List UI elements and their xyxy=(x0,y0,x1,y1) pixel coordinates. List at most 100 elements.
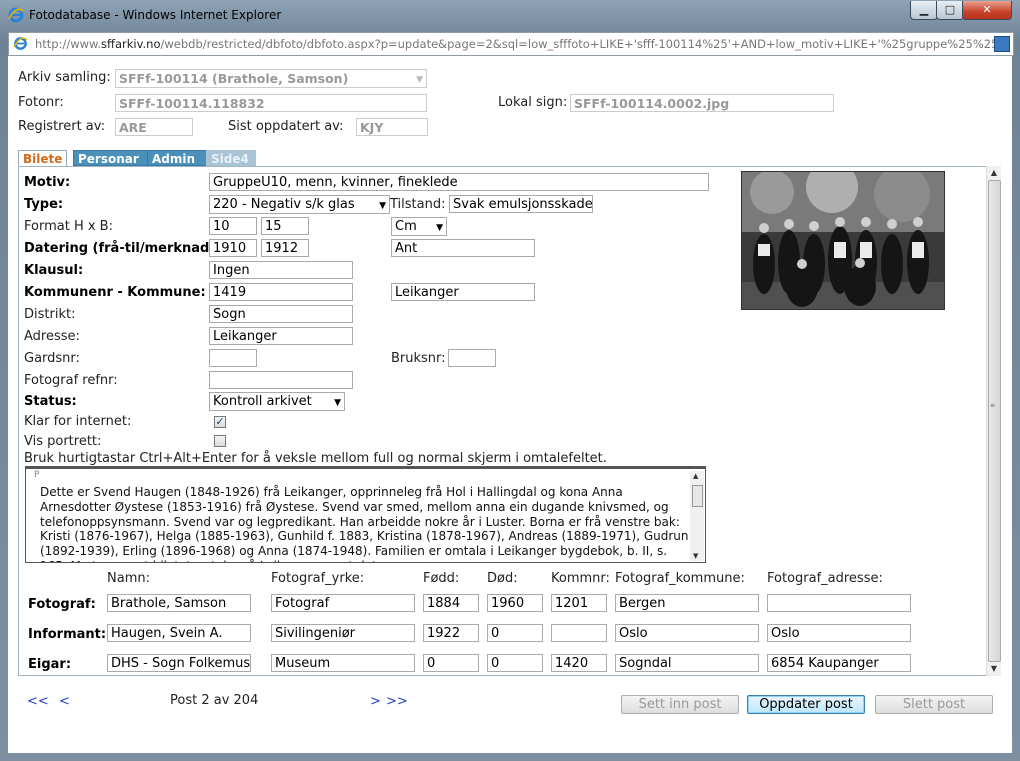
yrke-field[interactable]: Fotograf xyxy=(271,594,415,612)
tab-admin[interactable]: Admin xyxy=(147,150,210,166)
arkiv-label: Arkiv samling: xyxy=(18,70,111,85)
col-yrke: Fotograf_yrke: xyxy=(271,571,365,586)
address-bar[interactable]: http://www.sffarkiv.no/webdb/restricted/… xyxy=(8,32,1014,56)
paragraph-tag: P xyxy=(34,470,40,480)
scroll-thumb[interactable] xyxy=(988,180,1001,662)
omtale-scrollbar[interactable]: ▲ ▼ xyxy=(690,471,704,561)
omtale-textarea[interactable]: P Dette er Svend Haugen (1848-1926) frå … xyxy=(25,466,706,563)
dod-field[interactable]: 0 xyxy=(487,654,543,672)
datering-fra-field[interactable]: 1910 xyxy=(209,239,257,257)
kommnr-field[interactable] xyxy=(551,624,607,642)
klar-checkbox[interactable]: ✓ xyxy=(214,416,226,428)
maximize-button[interactable]: □ xyxy=(936,1,964,20)
panel-scrollbar[interactable]: ▲ ≡ ▼ xyxy=(986,166,1001,676)
adresse-field[interactable]: Leikanger xyxy=(209,327,353,345)
registrert-field[interactable]: ARE xyxy=(115,118,193,136)
kommunenr-field[interactable]: 1419 xyxy=(209,283,353,301)
first-link[interactable]: << xyxy=(27,694,49,709)
format-label: Format H x B: xyxy=(24,219,113,234)
minimize-button[interactable]: ▁ xyxy=(910,1,938,20)
kommune-field[interactable]: Bergen xyxy=(615,594,759,612)
hint-text: Bruk hurtigtastar Ctrl+Alt+Enter for å v… xyxy=(24,451,607,466)
adresse-field[interactable] xyxy=(767,594,911,612)
scroll-up-icon[interactable]: ▲ xyxy=(987,166,1001,180)
group-photo-image xyxy=(742,172,944,309)
scroll-grip-icon: ≡ xyxy=(990,402,996,409)
adresse-label: Adresse: xyxy=(24,329,80,344)
tab-personar[interactable]: Personar xyxy=(73,150,152,166)
col-namn: Namn: xyxy=(107,571,150,586)
refnr-field[interactable] xyxy=(209,371,353,389)
compatibility-view-icon[interactable] xyxy=(994,36,1010,52)
bruksnr-field[interactable] xyxy=(448,349,496,367)
page-content: Arkiv samling: SFFf-100114 (Brathole, Sa… xyxy=(8,56,1012,753)
namn-field[interactable]: Haugen, Svein A. xyxy=(107,624,251,642)
fotonr-field[interactable]: SFFf-100114.118832 xyxy=(115,94,427,112)
prev-link[interactable]: < xyxy=(59,694,70,709)
distrikt-label: Distrikt: xyxy=(24,307,76,322)
arkiv-select[interactable]: SFFf-100114 (Brathole, Samson) ▼ xyxy=(115,69,427,88)
motiv-field[interactable]: GruppeU10, menn, kvinner, fineklede xyxy=(209,173,709,191)
omtale-text: Dette er Svend Haugen (1848-1926) frå Le… xyxy=(40,485,689,562)
tilstand-field[interactable]: Svak emulsjonsskade xyxy=(449,195,593,213)
kommune-field[interactable]: Oslo xyxy=(615,624,759,642)
scroll-thumb[interactable] xyxy=(692,485,703,507)
format-unit-value: Cm xyxy=(395,219,417,234)
klausul-field[interactable]: Ingen xyxy=(209,261,353,279)
scroll-down-icon[interactable]: ▼ xyxy=(987,662,1001,676)
oppdatert-label: Sist oppdatert av: xyxy=(228,119,344,134)
adresse-field[interactable]: 6854 Kaupanger xyxy=(767,654,911,672)
oppdater-button[interactable]: Oppdater post xyxy=(747,695,865,714)
kommnr-field[interactable]: 1201 xyxy=(551,594,607,612)
chevron-down-icon: ▼ xyxy=(416,75,423,85)
scroll-up-icon[interactable]: ▲ xyxy=(693,472,698,480)
klar-label: Klar for internet: xyxy=(24,414,132,429)
format-unit-select[interactable]: Cm ▼ xyxy=(391,217,447,236)
datering-merknad-field[interactable]: Ant xyxy=(391,239,535,257)
gardsnr-label: Gardsnr: xyxy=(24,351,80,366)
url-domain: sffarkiv.no xyxy=(101,37,161,51)
kommune-field[interactable]: Leikanger xyxy=(391,283,535,301)
kommnr-field[interactable]: 1420 xyxy=(551,654,607,672)
lokal-field[interactable]: SFFf-100114.0002.jpg xyxy=(570,94,834,112)
format-h-field[interactable]: 10 xyxy=(209,217,257,235)
url-text: http://www.sffarkiv.no/webdb/restricted/… xyxy=(35,37,1002,51)
col-kommnr: Kommnr: xyxy=(551,571,610,586)
namn-field[interactable]: Brathole, Samson xyxy=(107,594,251,612)
chevron-down-icon: ▼ xyxy=(334,398,341,408)
tab-bilete[interactable]: Bilete xyxy=(18,150,67,167)
fodd-field[interactable]: 1922 xyxy=(423,624,479,642)
row-role: Informant: xyxy=(28,627,107,642)
slett-button[interactable]: Slett post xyxy=(875,695,993,714)
tab-side4[interactable]: Side4 xyxy=(206,150,256,166)
datering-til-field[interactable]: 1912 xyxy=(261,239,309,257)
sett-inn-button[interactable]: Sett inn post xyxy=(621,695,739,714)
portrett-checkbox[interactable] xyxy=(214,435,226,447)
fodd-field[interactable]: 1884 xyxy=(423,594,479,612)
fodd-field[interactable]: 0 xyxy=(423,654,479,672)
yrke-field[interactable]: Sivilingeniør xyxy=(271,624,415,642)
namn-field[interactable]: DHS - Sogn Folkemuse xyxy=(107,654,251,672)
distrikt-field[interactable]: Sogn xyxy=(209,305,353,323)
kommune-field[interactable]: Sogndal xyxy=(615,654,759,672)
last-link[interactable]: >> xyxy=(386,694,408,709)
dod-field[interactable]: 0 xyxy=(487,624,543,642)
gardsnr-field[interactable] xyxy=(209,349,257,367)
yrke-field[interactable]: Museum xyxy=(271,654,415,672)
post-info: Post 2 av 204 xyxy=(170,693,259,708)
dod-field[interactable]: 1960 xyxy=(487,594,543,612)
motiv-label: Motiv: xyxy=(24,175,71,190)
scroll-down-icon[interactable]: ▼ xyxy=(693,552,698,560)
ie-page-icon xyxy=(13,37,28,50)
adresse-field[interactable]: Oslo xyxy=(767,624,911,642)
format-b-field[interactable]: 15 xyxy=(261,217,309,235)
photo-thumbnail[interactable] xyxy=(741,171,945,310)
oppdatert-field[interactable]: KJY xyxy=(356,118,428,136)
status-select[interactable]: Kontroll arkivet ▼ xyxy=(209,392,345,411)
close-button[interactable]: ✕ xyxy=(962,1,1012,20)
next-link[interactable]: > xyxy=(370,694,381,709)
type-select[interactable]: 220 - Negativ s/k glas ▼ xyxy=(209,195,390,214)
col-kommune: Fotograf_kommune: xyxy=(615,571,745,586)
fotonr-label: Fotonr: xyxy=(18,95,64,110)
ie-logo-icon xyxy=(8,7,24,23)
